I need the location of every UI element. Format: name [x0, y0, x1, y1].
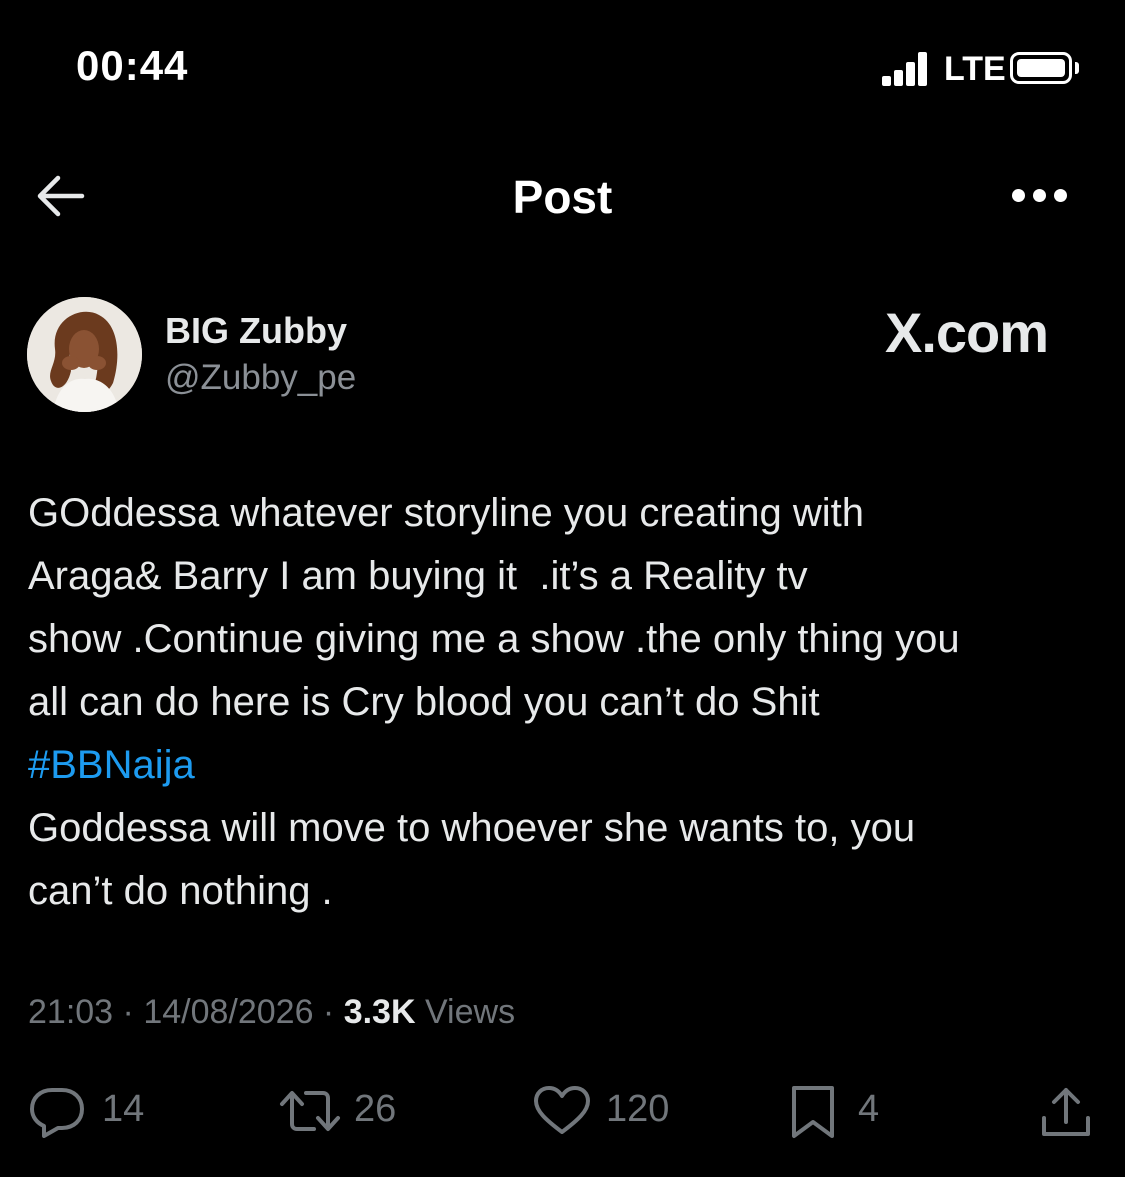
like-count: 120	[606, 1088, 670, 1130]
tweet-line: Goddessa will move to whoever she wants …	[28, 806, 916, 850]
page-title: Post	[512, 171, 613, 223]
views-count[interactable]: 3.3K	[344, 993, 416, 1031]
watermark: X.com	[885, 301, 1049, 364]
bookmark-button[interactable]: 4	[788, 1082, 898, 1142]
avatar[interactable]	[27, 297, 142, 412]
tweet-line: Araga& Barry I am buying it .it’s a Real…	[28, 554, 808, 598]
bookmark-icon	[792, 1086, 834, 1138]
tweet-line: GOddessa whatever storyline you creating…	[28, 491, 864, 535]
tweet-line: can’t do nothing .	[28, 869, 333, 913]
post-meta: 21:03 · 14/08/2026 · 3.3K Views	[28, 993, 515, 1032]
post-time: 21:03	[28, 993, 114, 1031]
reply-button[interactable]: 14	[28, 1082, 158, 1142]
repost-count: 26	[354, 1088, 397, 1130]
tweet-line: all can do here is Cry blood you can’t d…	[28, 680, 820, 724]
signal-icon	[882, 52, 934, 86]
post-date: 14/08/2026	[143, 993, 314, 1031]
reply-icon	[30, 1088, 84, 1138]
share-icon	[1042, 1088, 1090, 1136]
repost-button[interactable]: 26	[278, 1082, 418, 1142]
like-icon	[534, 1086, 590, 1134]
network-label: LTE	[944, 50, 1006, 88]
tweet-text: GOddessa whatever storyline you creating…	[28, 482, 1108, 923]
share-button[interactable]	[1038, 1082, 1096, 1142]
repost-icon	[280, 1091, 340, 1131]
tweet-line: show .Continue giving me a show .the onl…	[28, 617, 960, 661]
author-handle[interactable]: @Zubby_pe	[165, 358, 356, 398]
views-label: Views	[424, 993, 516, 1031]
author-name[interactable]: BIG Zubby	[165, 310, 347, 352]
status-time: 00:44	[76, 42, 189, 89]
reply-count: 14	[102, 1088, 145, 1130]
battery-tip	[1075, 62, 1079, 74]
like-button[interactable]: 120	[532, 1082, 682, 1142]
more-options-button[interactable]	[1008, 180, 1072, 212]
battery-icon	[1010, 52, 1072, 84]
meta-separator: ·	[313, 993, 344, 1031]
more-options-icon	[1012, 189, 1025, 202]
bookmark-count: 4	[858, 1088, 880, 1130]
hashtag-link[interactable]: #BBNaija	[28, 743, 195, 787]
avatar-image	[27, 297, 142, 412]
meta-separator: ·	[113, 993, 144, 1031]
